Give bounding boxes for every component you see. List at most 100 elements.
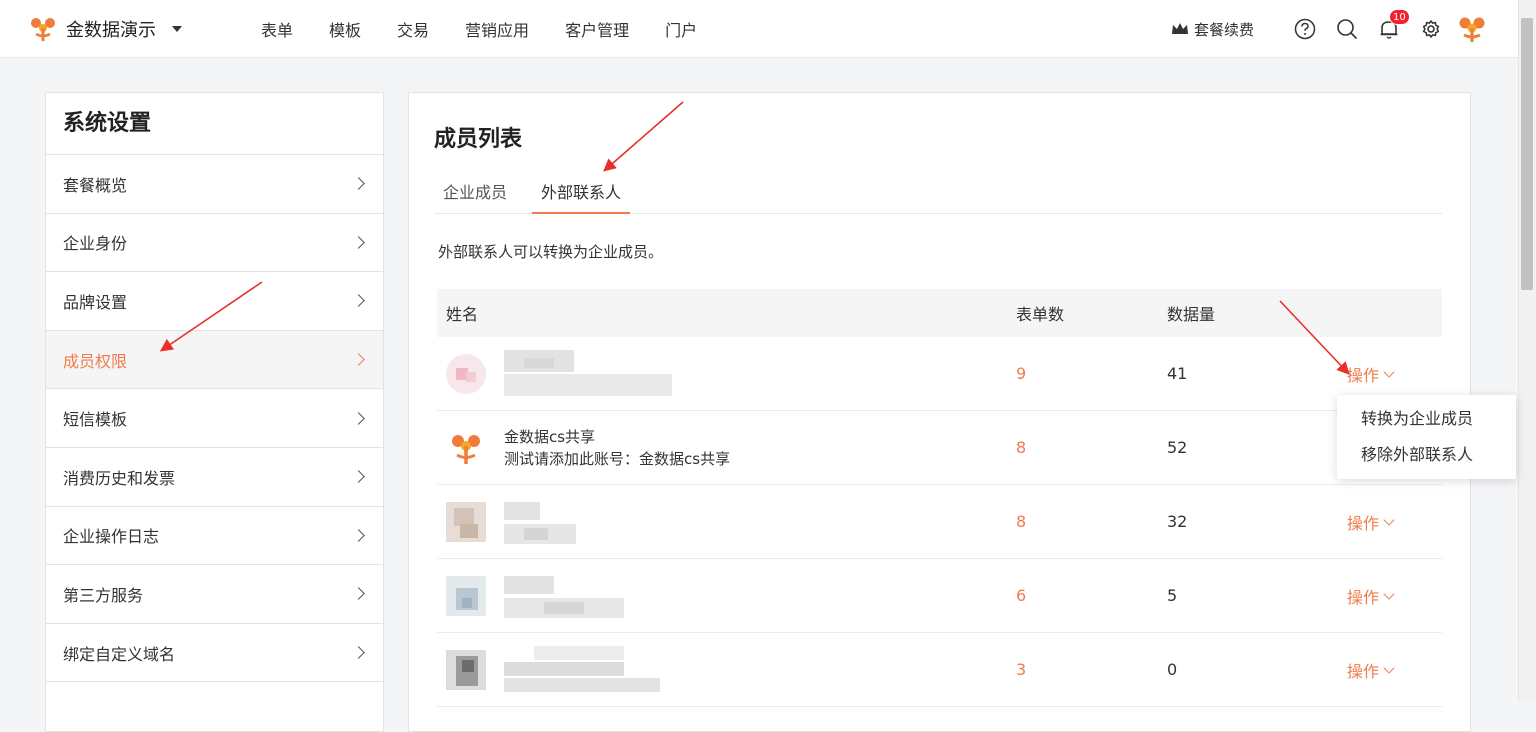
member-name: 金数据cs共享 xyxy=(504,427,596,446)
member-description: 测试请添加此账号：金数据cs共享 xyxy=(504,449,731,468)
caret-down-icon[interactable] xyxy=(172,26,182,32)
nav-templates[interactable]: 模板 xyxy=(311,17,379,41)
sidebar-item-sms-templates[interactable]: 短信模板 xyxy=(46,389,383,448)
member-data-count: 0 xyxy=(1167,660,1178,679)
user-avatar[interactable] xyxy=(1456,13,1488,45)
blurred-name xyxy=(504,572,628,620)
nav-transactions[interactable]: 交易 xyxy=(379,17,447,41)
table-header: 姓名 表单数 数据量 xyxy=(437,289,1442,337)
sidebar-item-label: 消费历史和发票 xyxy=(63,468,176,488)
member-name-cell xyxy=(437,572,1007,620)
blurred-name xyxy=(504,645,664,694)
sidebar-item-label: 企业操作日志 xyxy=(63,527,160,547)
row-actions-dropdown[interactable]: 操作 xyxy=(1347,584,1442,608)
member-tabs: 企业成员 外部联系人 xyxy=(434,173,1442,214)
jinshuju-logo-icon xyxy=(31,18,55,41)
table-row: 金数据cs共享 测试请添加此账号：金数据cs共享 8 52 xyxy=(437,411,1442,485)
notifications-button[interactable]: 10 xyxy=(1378,9,1410,40)
member-name-cell xyxy=(437,498,1007,546)
row-actions-menu: 转换为企业成员 移除外部联系人 xyxy=(1337,395,1516,479)
sidebar-item-label: 绑定自定义域名 xyxy=(63,644,176,664)
sidebar-item-plan-overview[interactable]: 套餐概览 xyxy=(46,155,383,214)
nav-portal[interactable]: 门户 xyxy=(647,17,715,41)
sidebar-item-label: 短信模板 xyxy=(63,410,128,430)
chevron-right-icon xyxy=(352,587,365,601)
column-header-name: 姓名 xyxy=(446,305,479,324)
tab-enterprise-members[interactable]: 企业成员 xyxy=(434,173,516,212)
member-forms-count: 3 xyxy=(1016,660,1027,679)
row-actions-label: 操作 xyxy=(1347,587,1380,607)
nav-forms[interactable]: 表单 xyxy=(243,17,311,41)
sidebar-item-label: 品牌设置 xyxy=(63,292,128,312)
menu-item-convert-to-member[interactable]: 转换为企业成员 xyxy=(1337,401,1516,437)
member-forms-count: 8 xyxy=(1016,438,1027,457)
main-nav: 表单 模板 交易 营销应用 客户管理 门户 xyxy=(243,0,715,58)
avatar xyxy=(446,353,486,394)
search-icon xyxy=(1337,19,1358,40)
chevron-down-icon xyxy=(1383,365,1395,378)
renew-plan-button[interactable]: 套餐续费 xyxy=(1171,19,1254,40)
member-data-count: 41 xyxy=(1167,364,1188,383)
chevron-right-icon xyxy=(352,353,365,366)
sidebar-item-billing-history[interactable]: 消费历史和发票 xyxy=(46,448,383,507)
member-name-cell xyxy=(437,645,1007,694)
sidebar-item-label: 套餐概览 xyxy=(63,175,128,195)
column-header-data: 数据量 xyxy=(1167,305,1216,324)
scrollbar-thumb[interactable] xyxy=(1521,18,1533,290)
notification-badge: 10 xyxy=(1389,9,1410,25)
row-actions-dropdown[interactable]: 操作 xyxy=(1347,510,1442,534)
renew-plan-label: 套餐续费 xyxy=(1193,20,1254,39)
chevron-right-icon xyxy=(352,411,365,425)
sidebar-item-custom-domain[interactable]: 绑定自定义域名 xyxy=(46,624,383,683)
settings-button[interactable] xyxy=(1420,18,1442,40)
row-actions-dropdown[interactable]: 操作 xyxy=(1347,362,1442,386)
external-contacts-hint: 外部联系人可以转换为企业成员。 xyxy=(438,243,664,261)
avatar xyxy=(452,434,480,464)
member-forms-count: 8 xyxy=(1016,512,1027,531)
app-name: 金数据演示 xyxy=(66,20,156,41)
sidebar-item-label: 第三方服务 xyxy=(63,585,144,605)
avatar xyxy=(446,501,486,542)
chevron-right-icon xyxy=(352,177,365,191)
search-button[interactable] xyxy=(1336,18,1358,40)
chevron-right-icon xyxy=(352,528,365,542)
sidebar-item-label: 企业身份 xyxy=(63,234,128,254)
avatar xyxy=(446,649,486,690)
row-actions-label: 操作 xyxy=(1347,365,1380,385)
help-button[interactable] xyxy=(1294,18,1316,40)
nav-marketing-apps[interactable]: 营销应用 xyxy=(447,17,547,41)
row-actions-label: 操作 xyxy=(1347,661,1380,681)
chevron-down-icon xyxy=(1383,513,1395,526)
blurred-name xyxy=(504,498,584,546)
table-row: 8 32 操作 xyxy=(437,485,1442,559)
menu-item-remove-external-contact[interactable]: 移除外部联系人 xyxy=(1337,437,1516,473)
table-row: 9 41 操作 xyxy=(437,337,1442,411)
chevron-right-icon xyxy=(352,646,365,659)
crown-icon xyxy=(1171,23,1188,34)
blurred-name xyxy=(504,349,674,398)
member-list-panel: 成员列表 企业成员 外部联系人 外部联系人可以转换为企业成员。 姓名 表单数 数… xyxy=(408,92,1471,732)
sidebar-item-operation-log[interactable]: 企业操作日志 xyxy=(46,507,383,566)
member-data-count: 52 xyxy=(1167,438,1188,457)
member-forms-count: 6 xyxy=(1016,586,1027,605)
table-row: 6 5 操作 xyxy=(437,559,1442,633)
help-icon xyxy=(1294,18,1316,40)
page-title: 成员列表 xyxy=(434,127,523,152)
chevron-right-icon xyxy=(352,294,365,308)
nav-customer-management[interactable]: 客户管理 xyxy=(547,17,647,41)
tab-external-contacts[interactable]: 外部联系人 xyxy=(532,173,631,214)
sidebar-title: 系统设置 xyxy=(46,93,383,155)
sidebar-item-brand-settings[interactable]: 品牌设置 xyxy=(46,272,383,331)
avatar xyxy=(446,575,486,616)
member-name-cell xyxy=(437,349,1007,398)
row-actions-dropdown[interactable]: 操作 xyxy=(1347,658,1442,682)
sidebar-item-third-party[interactable]: 第三方服务 xyxy=(46,565,383,624)
sidebar-item-member-permissions[interactable]: 成员权限 xyxy=(46,330,383,390)
brand-switcher[interactable]: 金数据演示 xyxy=(28,13,182,45)
chevron-right-icon xyxy=(352,236,365,249)
column-header-forms: 表单数 xyxy=(1016,305,1065,324)
external-contacts-table: 姓名 表单数 数据量 9 41 操作 金数据cs共享 测试请添加此账号：金数据c… xyxy=(437,289,1442,707)
gear-icon xyxy=(1422,20,1440,38)
chevron-down-icon xyxy=(1383,661,1395,674)
sidebar-item-enterprise-identity[interactable]: 企业身份 xyxy=(46,214,383,273)
